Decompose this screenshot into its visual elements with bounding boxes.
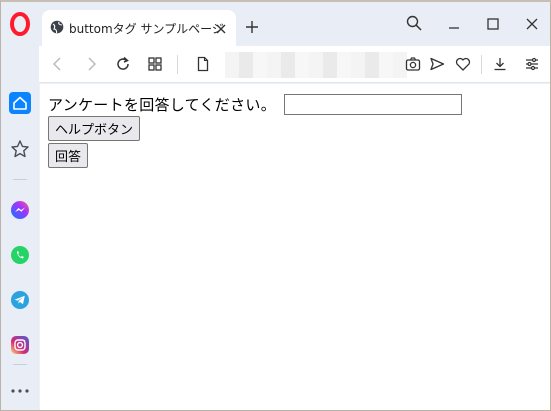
question-row: アンケートを回答してください。 xyxy=(48,94,463,115)
snapshot-icon[interactable] xyxy=(404,55,422,73)
maximize-icon[interactable] xyxy=(484,15,502,33)
tab-strip: buttomタグ サンプルページ xyxy=(39,2,550,46)
window-close-icon[interactable] xyxy=(523,15,541,33)
address-bar[interactable] xyxy=(225,52,407,78)
home-icon[interactable] xyxy=(9,92,31,114)
toolbar-divider xyxy=(481,55,482,74)
easy-setup-icon[interactable] xyxy=(523,55,541,73)
tab-search-icon[interactable] xyxy=(405,14,423,32)
tab-close-icon[interactable] xyxy=(214,21,228,35)
answer-input[interactable] xyxy=(284,94,463,115)
help-button[interactable]: ヘルプボタン xyxy=(48,116,141,141)
messenger-icon[interactable] xyxy=(9,199,31,221)
instagram-icon[interactable] xyxy=(9,334,31,356)
page-content: アンケートを回答してください。 ヘルプボタン 回答 xyxy=(40,84,550,410)
browser-toolbar xyxy=(39,46,550,83)
more-icon[interactable] xyxy=(9,380,31,402)
reload-icon[interactable] xyxy=(114,55,132,73)
tab-title: buttomタグ サンプルページ xyxy=(69,21,224,36)
whatsapp-icon[interactable] xyxy=(9,244,31,266)
question-label: アンケートを回答してください。 xyxy=(48,96,277,114)
tab-active[interactable]: buttomタグ サンプルページ xyxy=(42,10,236,46)
telegram-icon[interactable] xyxy=(9,289,31,311)
toolbar-divider xyxy=(177,55,178,74)
submit-button[interactable]: 回答 xyxy=(48,143,89,168)
globe-icon xyxy=(50,19,64,38)
send-icon[interactable] xyxy=(428,55,446,73)
sidebar xyxy=(1,2,39,410)
page-info-icon[interactable] xyxy=(194,55,212,73)
sidebar-divider xyxy=(13,364,27,365)
opera-logo-icon[interactable] xyxy=(9,12,31,36)
back-icon[interactable] xyxy=(49,55,67,73)
minimize-icon[interactable] xyxy=(445,15,463,33)
heart-icon[interactable] xyxy=(454,55,472,73)
speed-dial-icon[interactable] xyxy=(146,55,164,73)
forward-icon[interactable] xyxy=(82,55,100,73)
browser-window: buttomタグ サンプルページ アンケートを回答してください。 ヘルプボタン … xyxy=(0,0,551,411)
star-icon[interactable] xyxy=(9,138,31,160)
new-tab-icon[interactable] xyxy=(243,18,261,36)
download-icon[interactable] xyxy=(491,55,509,73)
sidebar-divider xyxy=(13,179,27,180)
